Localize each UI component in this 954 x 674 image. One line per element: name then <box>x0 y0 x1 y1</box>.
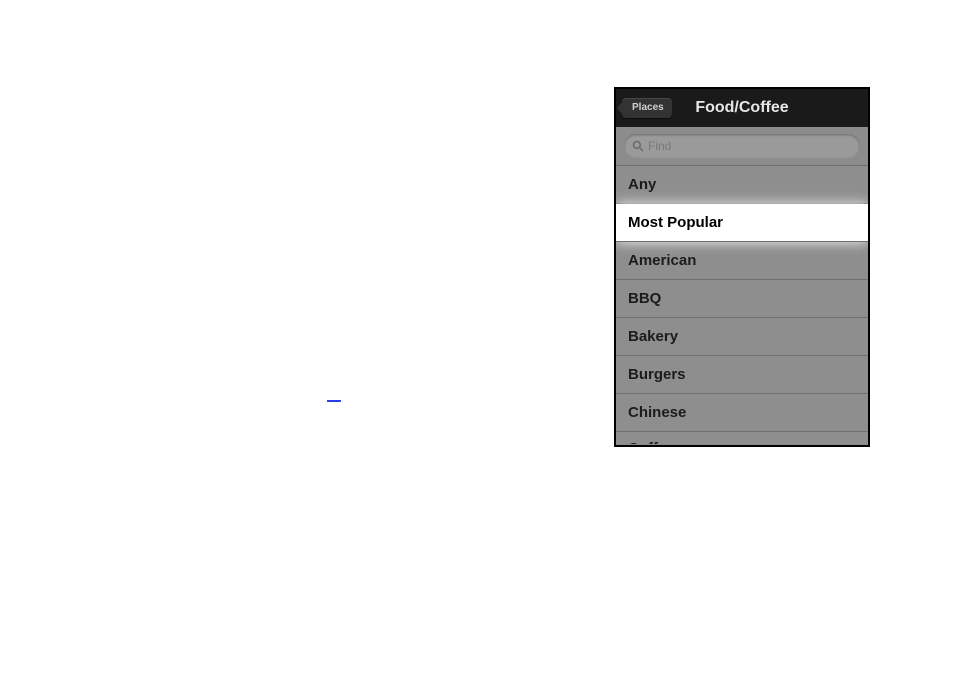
list-item-label: Chinese <box>628 404 686 421</box>
list-item-label: Most Popular <box>628 214 723 231</box>
phone-screen: Places Food/Coffee Find Any Most Popular… <box>614 87 870 447</box>
list-item-label: BBQ <box>628 290 661 307</box>
list-item-chinese[interactable]: Chinese <box>616 394 868 432</box>
list-item-american[interactable]: American <box>616 242 868 280</box>
decorative-dash <box>327 400 341 402</box>
back-button-label: Places <box>632 102 664 113</box>
search-icon <box>632 140 644 152</box>
search-placeholder: Find <box>648 139 671 153</box>
list-item-most-popular[interactable]: Most Popular <box>616 204 868 242</box>
search-input[interactable]: Find <box>624 134 860 158</box>
list-item-label: Coffee <box>628 440 675 444</box>
category-list: Any Most Popular American BBQ Bakery Bur… <box>616 166 868 444</box>
list-item-label: Bakery <box>628 328 678 345</box>
navigation-bar: Places Food/Coffee <box>616 89 868 127</box>
list-item-burgers[interactable]: Burgers <box>616 356 868 394</box>
list-item-coffee[interactable]: Coffee <box>616 432 868 444</box>
back-button[interactable]: Places <box>622 98 672 118</box>
list-item-bbq[interactable]: BBQ <box>616 280 868 318</box>
list-item-label: American <box>628 252 696 269</box>
list-item-label: Burgers <box>628 366 686 383</box>
search-bar-container: Find <box>616 127 868 166</box>
list-item-any[interactable]: Any <box>616 166 868 204</box>
list-item-bakery[interactable]: Bakery <box>616 318 868 356</box>
list-item-label: Any <box>628 176 656 193</box>
